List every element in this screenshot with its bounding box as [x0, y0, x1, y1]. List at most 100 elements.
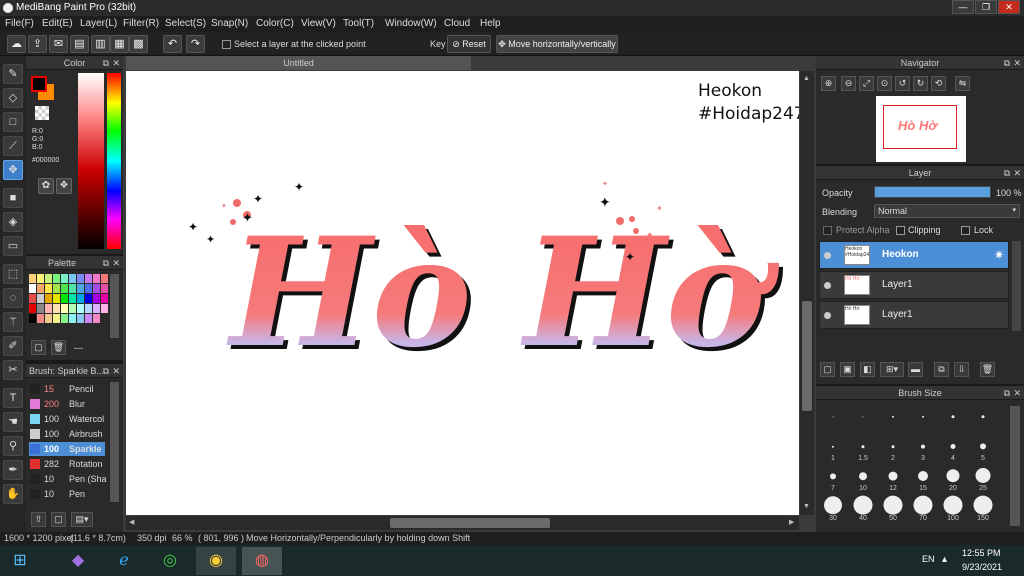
- brush-size-cell[interactable]: [968, 402, 998, 432]
- palette-swatch[interactable]: [69, 284, 76, 293]
- palette-swatch[interactable]: [53, 304, 60, 313]
- fill-rect-icon[interactable]: ■: [3, 188, 23, 208]
- brush-size-cell[interactable]: 1: [818, 432, 848, 462]
- brush-size-cell[interactable]: 1.5: [848, 432, 878, 462]
- palette-swatch[interactable]: [37, 294, 44, 303]
- palette-swatch[interactable]: [77, 274, 84, 283]
- palette-swatch[interactable]: [45, 294, 52, 303]
- new-halftone-layer-icon[interactable]: ▣: [840, 362, 855, 377]
- delete-palette-icon[interactable]: 🗑: [51, 340, 66, 355]
- palette-scrollbar[interactable]: [110, 274, 119, 338]
- brush-size-cell[interactable]: 20: [938, 462, 968, 492]
- undock-icon[interactable]: ⧉: [103, 364, 109, 378]
- menu-file[interactable]: File(F): [5, 16, 34, 32]
- start-button[interactable]: ⊞: [0, 547, 40, 575]
- palette-swatch[interactable]: [53, 314, 60, 323]
- menu-help[interactable]: Help: [480, 16, 501, 32]
- menu-cloud[interactable]: Cloud: [444, 16, 470, 32]
- visibility-icon[interactable]: [824, 282, 831, 289]
- palette-swatch[interactable]: [101, 304, 108, 313]
- palette-swatch[interactable]: [77, 284, 84, 293]
- note-icon[interactable]: ▤: [70, 35, 89, 53]
- eyedropper-icon[interactable]: ⚲: [3, 436, 23, 456]
- layer-row[interactable]: Heokon #Hoidap247 Heokon ✷: [819, 241, 1009, 269]
- document-tab[interactable]: Untitled: [126, 56, 471, 70]
- palette-swatch[interactable]: [77, 314, 84, 323]
- add-layer-menu-icon[interactable]: ⊞▾: [880, 362, 904, 377]
- move-hv-button[interactable]: ✥ Move horizontally/vertically: [496, 35, 618, 53]
- palette-swatch[interactable]: [93, 284, 100, 293]
- palette-swatch[interactable]: [61, 304, 68, 313]
- rotate-reset-icon[interactable]: ⟲: [931, 76, 946, 91]
- select-eraser-icon[interactable]: ✂: [3, 360, 23, 380]
- brush-size-cell[interactable]: [848, 402, 878, 432]
- palette-swatch[interactable]: [61, 274, 68, 283]
- palette-swatch[interactable]: [85, 274, 92, 283]
- brush-scrollbar[interactable]: [110, 382, 119, 502]
- palette-swatch[interactable]: [85, 304, 92, 313]
- cloud-icon[interactable]: ☁: [7, 35, 26, 53]
- horizontal-scrollbar[interactable]: ◀ ▶: [126, 516, 799, 530]
- palette-swatch[interactable]: [85, 284, 92, 293]
- palette-swatch[interactable]: [61, 284, 68, 293]
- menu-color[interactable]: Color(C): [256, 16, 294, 32]
- medibang-icon[interactable]: ◍: [242, 547, 282, 575]
- scroll-down-icon[interactable]: ▼: [803, 503, 810, 510]
- lasso-select-icon[interactable]: ◌: [3, 288, 23, 308]
- palette-swatch[interactable]: [45, 274, 52, 283]
- palette-swatch[interactable]: [93, 294, 100, 303]
- menu-tool[interactable]: Tool(T): [343, 16, 374, 32]
- share-icon[interactable]: ⇪: [28, 35, 47, 53]
- palette-swatch[interactable]: [93, 304, 100, 313]
- palette-swatch[interactable]: [37, 284, 44, 293]
- undock-icon[interactable]: ⧉: [103, 256, 109, 270]
- menu-view[interactable]: View(V): [301, 16, 336, 32]
- new-8bit-layer-icon[interactable]: ◧: [860, 362, 875, 377]
- zoom-in-icon[interactable]: ⊕: [821, 76, 836, 91]
- menu-snap[interactable]: Snap(N): [211, 16, 248, 32]
- brush-size-cell[interactable]: 40: [848, 492, 878, 522]
- brush-size-scrollbar[interactable]: [1010, 406, 1020, 526]
- delete-layer-icon[interactable]: 🗑: [980, 362, 995, 377]
- palette-swatch[interactable]: [85, 294, 92, 303]
- close-icon[interactable]: ✕: [112, 256, 120, 270]
- select-layer-checkbox[interactable]: [222, 40, 231, 49]
- select-tool-icon[interactable]: ⬚: [3, 264, 23, 284]
- scroll-right-icon[interactable]: ▶: [789, 518, 794, 526]
- chrome-icon[interactable]: ◉: [196, 547, 236, 575]
- navigator-preview[interactable]: Hò Hờ: [876, 96, 966, 162]
- page-icon[interactable]: ▥: [91, 35, 110, 53]
- flip-icon[interactable]: ⇋: [955, 76, 970, 91]
- menu-window[interactable]: Window(W): [385, 16, 437, 32]
- vertical-scrollbar[interactable]: ▲ ▼: [800, 71, 814, 515]
- palette-swatch[interactable]: [101, 284, 108, 293]
- palette-swatch[interactable]: [69, 274, 76, 283]
- rectangle-select-icon[interactable]: □: [3, 112, 23, 132]
- brush-size-cell[interactable]: 3: [908, 432, 938, 462]
- fit-icon[interactable]: ⤢: [859, 76, 874, 91]
- magic-wand-icon[interactable]: ⚚: [3, 312, 23, 332]
- add-brush-icon[interactable]: ⇧: [31, 512, 46, 527]
- merge-layer-icon[interactable]: ⇩: [954, 362, 969, 377]
- transparent-color-swatch[interactable]: [35, 106, 49, 120]
- brush-item[interactable]: 10 Pen: [29, 487, 105, 501]
- palette-swatch[interactable]: [101, 294, 108, 303]
- layer-row[interactable]: Hò Hờ Layer1: [819, 301, 1009, 329]
- menu-filter[interactable]: Filter(R): [123, 16, 159, 32]
- color-wheel-icon[interactable]: ✿: [38, 178, 54, 194]
- close-icon[interactable]: ✕: [1013, 386, 1021, 400]
- palette-swatch[interactable]: [69, 314, 76, 323]
- brush-size-cell[interactable]: [908, 402, 938, 432]
- brush-item[interactable]: 100 Watercol: [29, 412, 105, 426]
- opacity-slider[interactable]: [874, 186, 991, 198]
- palette-swatch[interactable]: [61, 314, 68, 323]
- brush-size-cell[interactable]: [818, 402, 848, 432]
- close-icon[interactable]: ✕: [112, 364, 120, 378]
- clock-time[interactable]: 12:55 PM: [962, 548, 1001, 558]
- zoom-actual-icon[interactable]: ⊙: [877, 76, 892, 91]
- clock-date[interactable]: 9/23/2021: [962, 562, 1002, 572]
- menu-layer[interactable]: Layer(L): [80, 16, 117, 32]
- hand-select-icon[interactable]: ☚: [3, 412, 23, 432]
- folder-icon[interactable]: ▬: [908, 362, 923, 377]
- palette-swatch[interactable]: [77, 304, 84, 313]
